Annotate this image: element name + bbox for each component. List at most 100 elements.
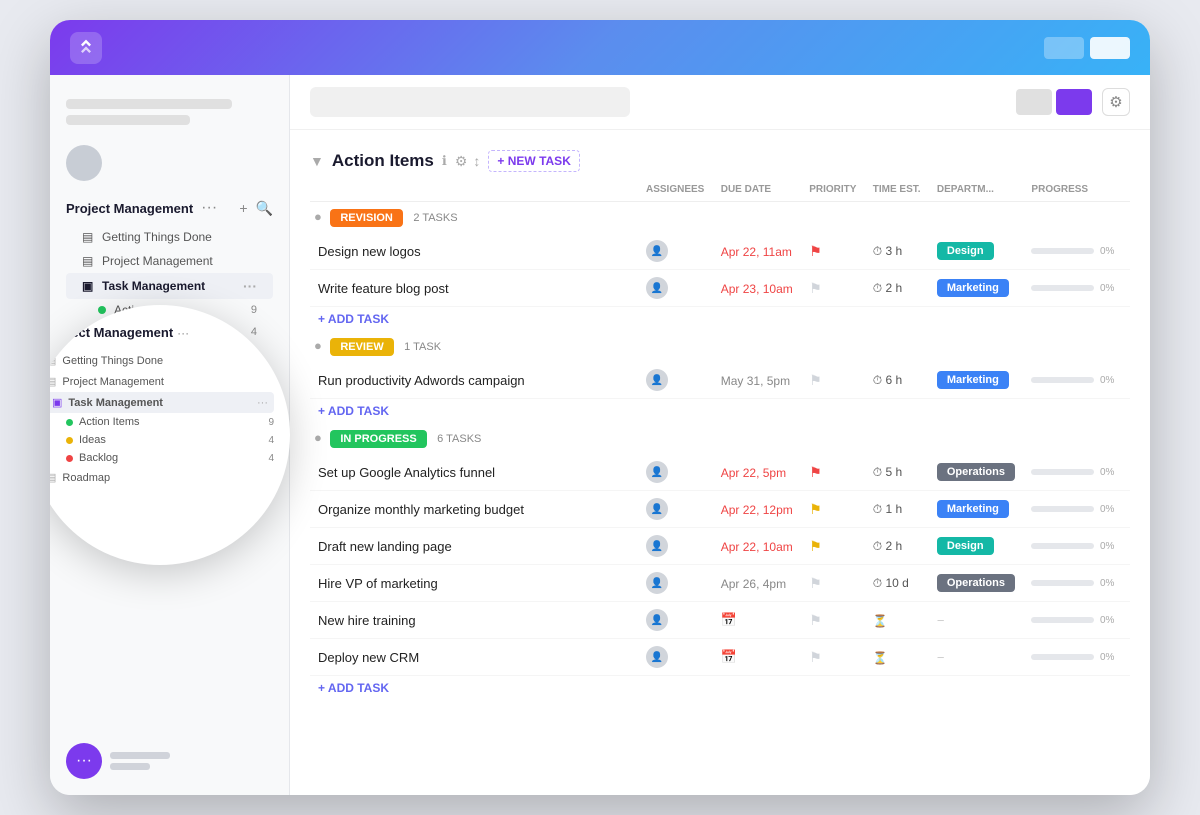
view-toggle-2[interactable] xyxy=(1090,37,1130,59)
task-name[interactable]: New hire training xyxy=(318,613,416,628)
add-task-btn[interactable]: + ADD TASK xyxy=(310,307,1130,332)
zoom-sub-backlog[interactable]: Backlog 4 xyxy=(50,449,274,467)
collapse-icon[interactable]: ▼ xyxy=(310,153,324,169)
filter-icon[interactable]: ⚙ xyxy=(455,153,468,170)
grid-view-btn[interactable] xyxy=(1056,89,1092,115)
assignee-avatar: 👤 xyxy=(646,369,668,391)
add-project-icon[interactable]: + xyxy=(239,200,247,217)
dept-badge: Marketing xyxy=(937,279,1009,297)
priority-flag[interactable]: ⚑ xyxy=(809,501,822,517)
assignee-avatar: 👤 xyxy=(646,572,668,594)
task-row[interactable]: Organize monthly marketing budget 👤 Apr … xyxy=(310,491,1130,528)
view-toggle-1[interactable] xyxy=(1044,37,1084,59)
task-row[interactable]: Design new logos 👤 Apr 22, 11am ⚑ ⏱ 3 h … xyxy=(310,233,1130,270)
zoom-folder-2: ▤ xyxy=(50,375,56,388)
priority-flag[interactable]: ⚑ xyxy=(809,464,822,480)
nav-item-dots[interactable]: ··· xyxy=(243,278,257,294)
project-title-dots: ··· xyxy=(201,199,217,217)
task-name[interactable]: Hire VP of marketing xyxy=(318,576,438,591)
sidebar-footer-lines xyxy=(110,752,170,770)
progress-pct: 0% xyxy=(1100,615,1122,626)
task-name[interactable]: Set up Google Analytics funnel xyxy=(318,465,495,480)
progress-cell: 0% xyxy=(1023,270,1130,307)
add-task-row[interactable]: + ADD TASK xyxy=(310,307,1130,332)
assignee-avatar: 👤 xyxy=(646,498,668,520)
time-est-cell: ⏱ 5 h xyxy=(865,454,929,491)
priority-flag[interactable]: ⚑ xyxy=(809,612,822,628)
task-name[interactable]: Design new logos xyxy=(318,244,421,259)
zoom-nav-roadmap[interactable]: ▤ Roadmap xyxy=(50,467,274,488)
task-row[interactable]: Draft new landing page 👤 Apr 22, 10am ⚑ … xyxy=(310,528,1130,565)
zoom-dot-1 xyxy=(66,419,73,426)
due-date-cell: Apr 26, 4pm xyxy=(713,565,801,602)
add-task-row[interactable]: + ADD TASK xyxy=(310,676,1130,701)
zoom-dots: ··· xyxy=(177,326,189,340)
assignee-cell: 👤 xyxy=(638,639,713,676)
due-date-cell: 📅 xyxy=(713,639,801,676)
new-task-button[interactable]: + NEW TASK xyxy=(488,150,579,172)
group-count-revision: 2 TASKS xyxy=(413,212,457,224)
group-label-revision[interactable]: REVISION xyxy=(330,209,403,227)
group-label-in-progress[interactable]: IN PROGRESS xyxy=(330,430,426,448)
settings-icon[interactable]: ⚙ xyxy=(1102,88,1130,116)
task-name[interactable]: Organize monthly marketing budget xyxy=(318,502,524,517)
dept-badge: Operations xyxy=(937,574,1015,592)
search-bar[interactable] xyxy=(310,87,630,117)
col-progress: PROGRESS xyxy=(1023,178,1130,202)
add-task-btn[interactable]: + ADD TASK xyxy=(310,399,1130,424)
add-task-btn[interactable]: + ADD TASK xyxy=(310,676,1130,701)
zoom-nav-task[interactable]: ▣ Task Management ··· xyxy=(50,392,274,413)
table-header: ASSIGNEES DUE DATE PRIORITY TIME EST. DE… xyxy=(310,178,1130,202)
priority-flag[interactable]: ⚑ xyxy=(809,372,822,388)
sidebar-item-project-management[interactable]: ▤ Project Management xyxy=(66,249,273,273)
zoom-sub-action[interactable]: Action Items 9 xyxy=(50,413,274,431)
priority-flag[interactable]: ⚑ xyxy=(809,575,822,591)
due-date: Apr 22, 5pm xyxy=(721,466,786,480)
sidebar-item-task-management[interactable]: ▣ Task Management ··· xyxy=(66,273,273,299)
task-row[interactable]: Hire VP of marketing 👤 Apr 26, 4pm ⚑ ⏱ 1… xyxy=(310,565,1130,602)
zoom-task-dots[interactable]: ··· xyxy=(257,397,268,409)
task-name[interactable]: Run productivity Adwords campaign xyxy=(318,373,525,388)
zoom-nav-getting[interactable]: ▤ Getting Things Done xyxy=(50,350,274,371)
progress-bar-bg xyxy=(1031,580,1094,586)
add-task-row[interactable]: + ADD TASK xyxy=(310,399,1130,424)
group-label-review[interactable]: REVIEW xyxy=(330,338,393,356)
search-sidebar-icon[interactable]: 🔍 xyxy=(256,200,273,217)
task-row[interactable]: Deploy new CRM 👤 📅 ⚑ ⏳ − 0% xyxy=(310,639,1130,676)
task-row[interactable]: Write feature blog post 👤 Apr 23, 10am ⚑… xyxy=(310,270,1130,307)
sidebar-item-getting-things-done[interactable]: ▤ Getting Things Done xyxy=(66,225,273,249)
group-collapse-icon[interactable]: ● xyxy=(314,338,322,353)
task-row[interactable]: Run productivity Adwords campaign 👤 May … xyxy=(310,362,1130,399)
zoom-folder-4: ▤ xyxy=(50,471,56,484)
priority-flag[interactable]: ⚑ xyxy=(809,243,822,259)
due-date-cell: 📅 xyxy=(713,602,801,639)
zoom-sub-ideas[interactable]: Ideas 4 xyxy=(50,431,274,449)
task-name[interactable]: Draft new landing page xyxy=(318,539,452,554)
assignee-avatar: 👤 xyxy=(646,535,668,557)
group-row-in-progress: ● IN PROGRESS 6 TASKS xyxy=(310,423,1130,454)
priority-flag[interactable]: ⚑ xyxy=(809,649,822,665)
task-name[interactable]: Write feature blog post xyxy=(318,281,449,296)
footer-line-1 xyxy=(110,752,170,759)
progress-bar-bg xyxy=(1031,506,1094,512)
task-row[interactable]: New hire training 👤 📅 ⚑ ⏳ − 0% xyxy=(310,602,1130,639)
progress-pct: 0% xyxy=(1100,652,1122,663)
dept-cell: − xyxy=(929,602,1024,639)
priority-cell: ⚑ xyxy=(801,528,865,565)
progress-bar-bg xyxy=(1031,248,1094,254)
list-view-btn[interactable] xyxy=(1016,89,1052,115)
priority-flag[interactable]: ⚑ xyxy=(809,280,822,296)
group-count-review: 1 TASK xyxy=(404,341,441,353)
group-collapse-icon[interactable]: ● xyxy=(314,430,322,445)
task-row[interactable]: Set up Google Analytics funnel 👤 Apr 22,… xyxy=(310,454,1130,491)
group-collapse-icon[interactable]: ● xyxy=(314,209,322,224)
priority-flag[interactable]: ⚑ xyxy=(809,538,822,554)
chat-icon[interactable]: ··· xyxy=(66,743,102,779)
dept-badge: Design xyxy=(937,537,994,555)
col-priority: PRIORITY xyxy=(801,178,865,202)
folder-icon-1: ▤ xyxy=(82,230,96,244)
zoom-nav-project[interactable]: ▤ Project Management xyxy=(50,371,274,392)
time-est-cell: ⏳ xyxy=(865,602,929,639)
task-name[interactable]: Deploy new CRM xyxy=(318,650,419,665)
sort-icon[interactable]: ↕ xyxy=(473,153,480,170)
